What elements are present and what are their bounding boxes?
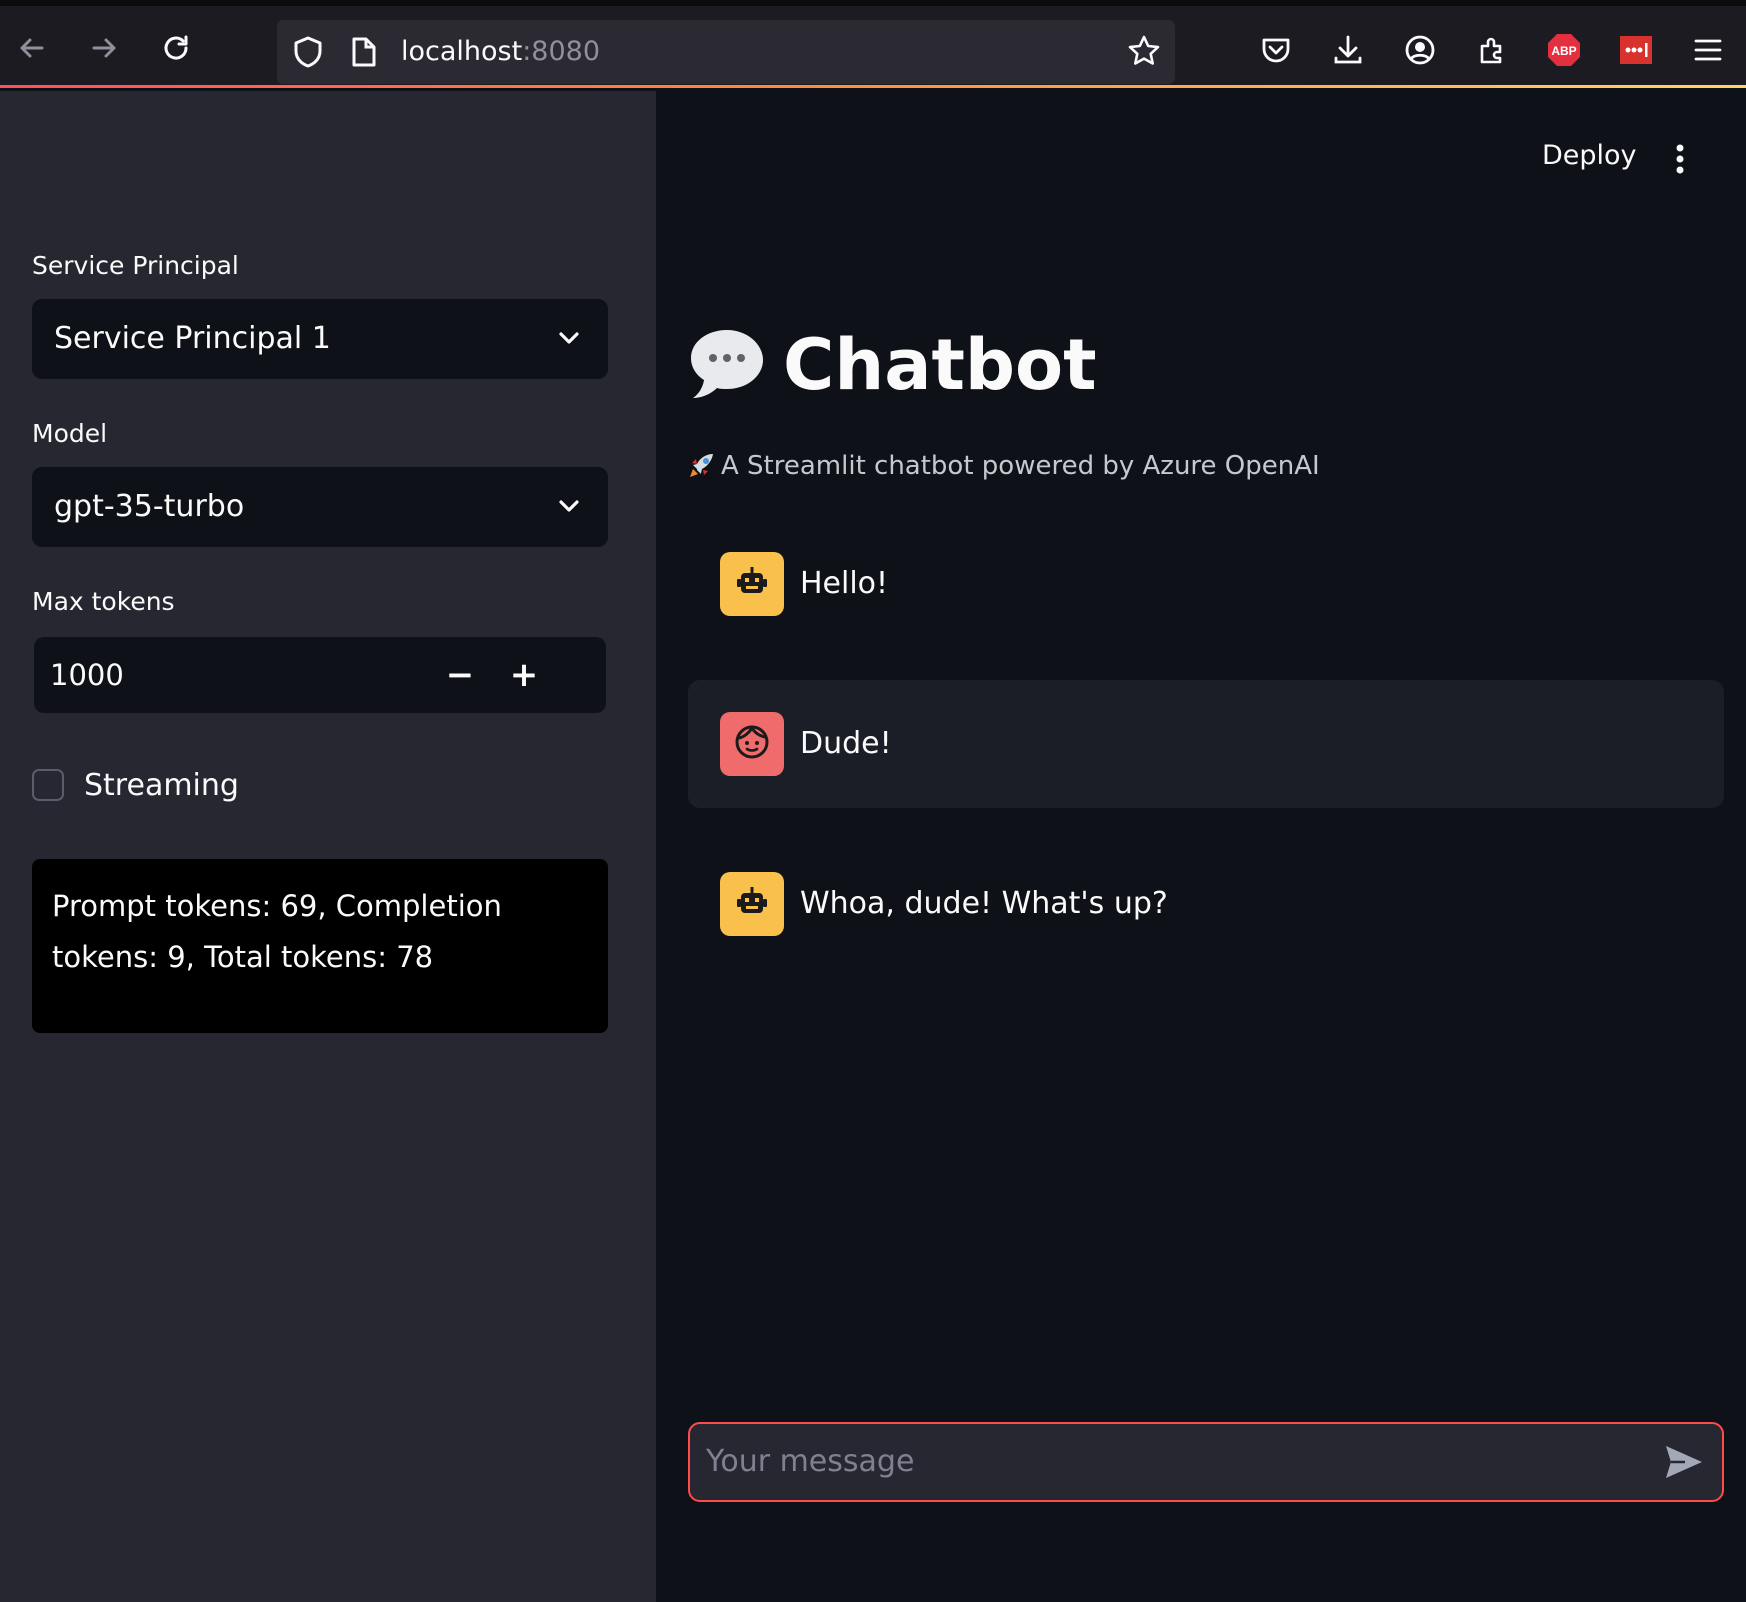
robot-icon [734, 884, 770, 924]
decrement-button[interactable]: − [434, 649, 486, 701]
back-icon[interactable] [12, 28, 52, 68]
subtitle: A Streamlit chatbot powered by Azure Ope… [721, 451, 1320, 481]
sidebar: Service Principal Service Principal 1 Mo… [0, 91, 656, 1602]
svg-text:ABP: ABP [1551, 44, 1576, 58]
token-usage-info: Prompt tokens: 69, Completion tokens: 9,… [32, 859, 608, 1033]
page-title: Chatbot [783, 324, 1097, 406]
service-principal-label: Service Principal [32, 251, 239, 280]
message-text: Dude! [800, 726, 892, 761]
max-tokens-input[interactable]: 1000 − + [34, 637, 606, 713]
send-icon[interactable] [1664, 1444, 1704, 1484]
url-text: localhost:8080 [401, 36, 600, 68]
chevron-down-icon [556, 493, 582, 523]
streaming-label[interactable]: Streaming [84, 766, 239, 806]
chat-message-assistant: Whoa, dude! What's up? [688, 840, 1724, 968]
url-bar[interactable]: localhost:8080 [277, 20, 1175, 84]
face-icon [733, 723, 771, 765]
chat-message-assistant: Hello! [688, 520, 1724, 648]
message-text: Whoa, dude! What's up? [800, 886, 1168, 921]
shield-icon[interactable] [293, 36, 323, 72]
chat-input-placeholder: Your message [706, 1444, 915, 1479]
deploy-button[interactable]: Deploy [1542, 140, 1637, 171]
model-label: Model [32, 419, 108, 448]
chat-input[interactable]: Your message [688, 1422, 1724, 1502]
rocket-icon [687, 450, 717, 484]
assistant-avatar [720, 552, 784, 616]
streaming-checkbox[interactable] [32, 769, 64, 801]
reload-icon[interactable] [156, 28, 196, 68]
adblock-plus-icon[interactable]: ABP [1544, 30, 1584, 70]
bookmark-star-icon[interactable] [1127, 34, 1161, 72]
model-value: gpt-35-turbo [54, 489, 245, 524]
model-select[interactable]: gpt-35-turbo [32, 467, 608, 547]
forward-icon[interactable] [84, 28, 124, 68]
message-text: Hello! [800, 566, 889, 601]
max-tokens-label: Max tokens [32, 587, 175, 616]
chevron-down-icon [556, 325, 582, 355]
page-icon [351, 36, 377, 72]
menu-icon[interactable] [1688, 30, 1728, 70]
password-manager-icon[interactable] [1616, 30, 1656, 70]
robot-icon [734, 564, 770, 604]
service-principal-value: Service Principal 1 [54, 321, 331, 356]
assistant-avatar [720, 872, 784, 936]
page-load-progress [0, 85, 1746, 88]
extensions-icon[interactable] [1472, 30, 1512, 70]
pocket-icon[interactable] [1256, 30, 1296, 70]
account-icon[interactable] [1400, 30, 1440, 70]
download-icon[interactable] [1328, 30, 1368, 70]
more-options-icon[interactable] [1666, 140, 1694, 180]
browser-toolbar: localhost:8080 ABP [0, 0, 1746, 88]
max-tokens-value[interactable]: 1000 [50, 657, 124, 693]
service-principal-select[interactable]: Service Principal 1 [32, 299, 608, 379]
chat-message-user: Dude! [688, 680, 1724, 808]
user-avatar [720, 712, 784, 776]
increment-button[interactable]: + [498, 649, 550, 701]
url-host: localhost [401, 36, 523, 67]
url-port: :8080 [522, 36, 601, 67]
speech-bubble-icon [687, 326, 767, 406]
